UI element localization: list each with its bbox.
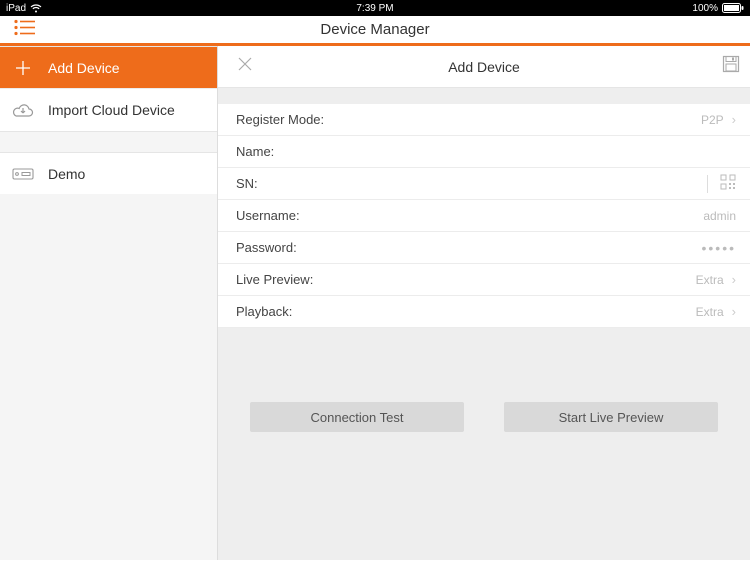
chevron-right-icon: › — [732, 272, 736, 287]
sidebar-item-add-device[interactable]: Add Device — [0, 47, 217, 89]
panel-title: Add Device — [448, 59, 520, 75]
menu-icon[interactable] — [14, 19, 36, 40]
main-panel: Add Device Register Mode: P2P › Name: SN… — [218, 46, 750, 560]
cloud-download-icon — [12, 103, 34, 118]
status-device: iPad — [6, 3, 26, 14]
sidebar-item-label: Add Device — [48, 60, 120, 76]
row-username[interactable]: Username: admin — [218, 200, 750, 232]
battery-icon — [722, 3, 744, 13]
value-password: ••••• — [701, 240, 736, 256]
label-password: Password: — [236, 240, 297, 255]
wifi-icon — [30, 4, 42, 13]
sidebar-item-import-cloud[interactable]: Import Cloud Device — [0, 89, 217, 131]
status-time: 7:39 PM — [356, 3, 393, 14]
sidebar-item-label: Demo — [48, 166, 85, 182]
plus-icon — [12, 60, 34, 76]
row-playback[interactable]: Playback: Extra › — [218, 296, 750, 328]
sidebar: Add Device Import Cloud Device Demo — [0, 46, 218, 560]
label-name: Name: — [236, 144, 274, 159]
nav-bar: Device Manager — [0, 16, 750, 46]
panel-header: Add Device — [218, 46, 750, 88]
label-register-mode: Register Mode: — [236, 112, 324, 127]
value-username: admin — [703, 209, 736, 223]
device-icon — [12, 168, 34, 180]
chevron-right-icon: › — [732, 112, 736, 127]
status-battery-text: 100% — [692, 3, 718, 14]
sidebar-item-label: Import Cloud Device — [48, 102, 175, 118]
close-icon[interactable] — [236, 55, 254, 78]
connection-test-button[interactable]: Connection Test — [250, 402, 464, 432]
row-password[interactable]: Password: ••••• — [218, 232, 750, 264]
row-name[interactable]: Name: — [218, 136, 750, 168]
save-icon[interactable] — [722, 55, 740, 78]
start-live-preview-button[interactable]: Start Live Preview — [504, 402, 718, 432]
row-sn[interactable]: SN: — [218, 168, 750, 200]
sidebar-item-demo[interactable]: Demo — [0, 152, 217, 194]
row-live-preview[interactable]: Live Preview: Extra › — [218, 264, 750, 296]
page-title: Device Manager — [320, 21, 429, 38]
label-playback: Playback: — [236, 304, 292, 319]
value-live-preview: Extra — [696, 273, 724, 287]
chevron-right-icon: › — [732, 304, 736, 319]
value-register-mode: P2P — [701, 113, 724, 127]
value-playback: Extra — [696, 305, 724, 319]
label-sn: SN: — [236, 176, 258, 191]
row-register-mode[interactable]: Register Mode: P2P › — [218, 104, 750, 136]
label-username: Username: — [236, 208, 300, 223]
status-bar: iPad 7:39 PM 100% — [0, 0, 750, 16]
qr-icon[interactable] — [720, 174, 736, 193]
label-live-preview: Live Preview: — [236, 272, 313, 287]
